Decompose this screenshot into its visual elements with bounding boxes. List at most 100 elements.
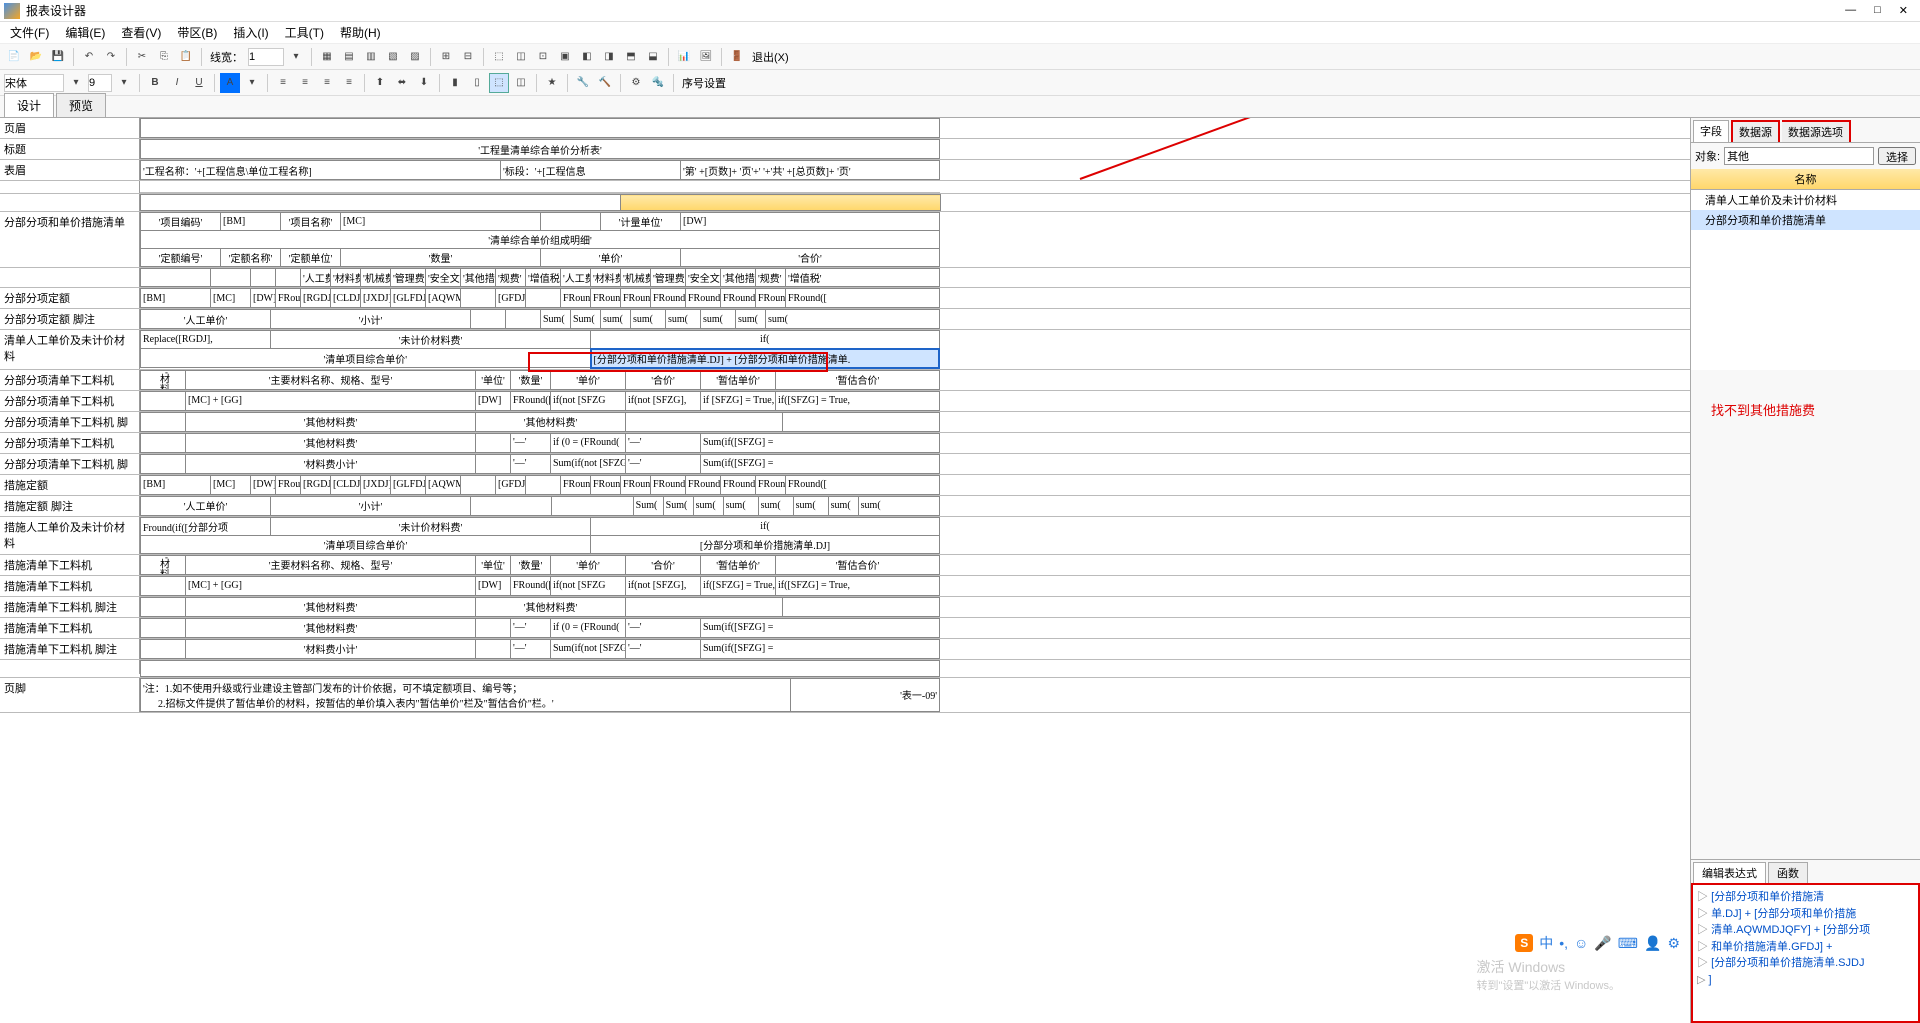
grid2-icon[interactable]: ▤ bbox=[339, 47, 359, 67]
seq-label[interactable]: 序号设置 bbox=[679, 75, 729, 91]
sogou-icon: S bbox=[1515, 934, 1533, 952]
merge-icon[interactable]: ⊞ bbox=[436, 47, 456, 67]
menu-insert[interactable]: 插入(I) bbox=[227, 22, 274, 43]
new-icon[interactable]: 📄 bbox=[4, 47, 24, 67]
b8-icon[interactable]: ⬓ bbox=[643, 47, 663, 67]
rtab-datasource[interactable]: 数据源 bbox=[1731, 120, 1780, 142]
linewidth-input[interactable] bbox=[248, 48, 284, 66]
menu-file[interactable]: 文件(F) bbox=[4, 22, 55, 43]
t2-icon[interactable]: 🔨 bbox=[595, 73, 615, 93]
menu-edit[interactable]: 编辑(E) bbox=[59, 22, 111, 43]
va-top-icon[interactable]: ⬆ bbox=[370, 73, 390, 93]
design-surface[interactable]: 页眉 标题 '工程量清单综合单价分析表' 表眉 '工程名称：'+[工程信息\单位… bbox=[0, 118, 1690, 1023]
exit-icon[interactable]: 🚪 bbox=[727, 47, 747, 67]
expr-tab-edit[interactable]: 编辑表达式 bbox=[1693, 862, 1766, 883]
b2-icon[interactable]: ◫ bbox=[511, 47, 531, 67]
t1-icon[interactable]: 🔧 bbox=[573, 73, 593, 93]
fontsize-input[interactable] bbox=[88, 74, 112, 92]
b7-icon[interactable]: ⬒ bbox=[621, 47, 641, 67]
paste-icon[interactable]: 📋 bbox=[176, 47, 196, 67]
open-icon[interactable]: 📂 bbox=[26, 47, 46, 67]
t3-icon[interactable]: ⚙ bbox=[626, 73, 646, 93]
select-button[interactable]: 选择 bbox=[1878, 147, 1916, 165]
expr-tab-func[interactable]: 函数 bbox=[1768, 862, 1808, 883]
b4-icon[interactable]: ▣ bbox=[555, 47, 575, 67]
cut-icon[interactable]: ✂ bbox=[132, 47, 152, 67]
al-left-icon[interactable]: ≡ bbox=[273, 73, 293, 93]
tab-preview[interactable]: 预览 bbox=[56, 93, 106, 117]
exit-label[interactable]: 退出(X) bbox=[749, 49, 792, 65]
linewidth-label: 线宽： bbox=[207, 49, 246, 65]
band-group1[interactable]: 分部分项和单价措施清单 bbox=[0, 212, 140, 267]
report-title[interactable]: '工程量清单综合单价分析表' bbox=[141, 140, 940, 159]
star-icon[interactable]: ★ bbox=[542, 73, 562, 93]
b3-icon[interactable]: ⊡ bbox=[533, 47, 553, 67]
va-bot-icon[interactable]: ⬇ bbox=[414, 73, 434, 93]
font-drop-icon[interactable]: ▾ bbox=[66, 73, 86, 93]
footer-page[interactable]: '表一-09' bbox=[791, 678, 940, 711]
grid1-icon[interactable]: ▦ bbox=[317, 47, 337, 67]
tab-design[interactable]: 设计 bbox=[4, 93, 54, 117]
menu-view[interactable]: 查看(V) bbox=[115, 22, 167, 43]
footer-note[interactable]: '注：1.如不使用升级或行业建设主管部门发布的计价依据，可不填定额项目、编号等；… bbox=[141, 678, 791, 711]
filter-input[interactable] bbox=[1724, 147, 1874, 165]
size-drop-icon[interactable]: ▾ bbox=[114, 73, 134, 93]
menu-tool[interactable]: 工具(T) bbox=[279, 22, 330, 43]
datasource-list[interactable]: 清单人工单价及未计价材料 分部分项和单价措施清单 bbox=[1691, 190, 1920, 370]
band-sub1[interactable]: 分部分项定额 bbox=[0, 288, 140, 308]
close-icon[interactable]: ✕ bbox=[1899, 4, 1908, 17]
band-sub1foot[interactable]: 分部分项定额 脚注 bbox=[0, 309, 140, 329]
band-footer[interactable]: 页脚 bbox=[0, 678, 140, 712]
minimize-icon[interactable]: — bbox=[1845, 4, 1856, 17]
al-center-icon[interactable]: ≡ bbox=[295, 73, 315, 93]
wrap1-icon[interactable]: ▮ bbox=[445, 73, 465, 93]
expression-editor[interactable]: [分部分项和单价措施清 单.DJ] + [分部分项和单价措施 清单.AQWMDJ… bbox=[1691, 883, 1920, 1023]
t4-icon[interactable]: 🔩 bbox=[648, 73, 668, 93]
grid3-icon[interactable]: ▥ bbox=[361, 47, 381, 67]
menu-band[interactable]: 带区(B) bbox=[171, 22, 223, 43]
b6-icon[interactable]: ◨ bbox=[599, 47, 619, 67]
save-icon[interactable]: 💾 bbox=[48, 47, 68, 67]
ime-mic-icon: 🎤 bbox=[1594, 935, 1611, 952]
al-right-icon[interactable]: ≡ bbox=[317, 73, 337, 93]
band-title[interactable]: 标题 bbox=[0, 139, 140, 159]
ds-item-0[interactable]: 清单人工单价及未计价材料 bbox=[1691, 190, 1920, 210]
rtab-dsopt[interactable]: 数据源选项 bbox=[1782, 120, 1851, 142]
band-tableheader[interactable]: 表眉 bbox=[0, 160, 140, 180]
split-icon[interactable]: ⊟ bbox=[458, 47, 478, 67]
color-drop-icon[interactable]: ▾ bbox=[242, 73, 262, 93]
font-select[interactable] bbox=[4, 74, 64, 92]
grid5-icon[interactable]: ▨ bbox=[405, 47, 425, 67]
fontcolor-icon[interactable]: A bbox=[220, 73, 240, 93]
wrap2-icon[interactable]: ▯ bbox=[467, 73, 487, 93]
ds-item-1[interactable]: 分部分项和单价措施清单 bbox=[1691, 210, 1920, 230]
undo-icon[interactable]: ↶ bbox=[79, 47, 99, 67]
cell-biaoduan[interactable]: '标段：'+[工程信息 bbox=[501, 161, 681, 180]
name-header: 名称 bbox=[1691, 169, 1920, 190]
al-just-icon[interactable]: ≡ bbox=[339, 73, 359, 93]
grid4-icon[interactable]: ▧ bbox=[383, 47, 403, 67]
cell-page[interactable]: '第' +[页数]+ '页'+' '+'共' +[总页数]+ '页' bbox=[681, 161, 940, 180]
underline-icon[interactable]: U bbox=[189, 73, 209, 93]
ime-user-icon: 👤 bbox=[1644, 935, 1661, 952]
wrap3-icon[interactable]: ⬚ bbox=[489, 73, 509, 93]
app-icon bbox=[4, 3, 20, 19]
rtab-fields[interactable]: 字段 bbox=[1693, 120, 1729, 142]
italic-icon[interactable]: I bbox=[167, 73, 187, 93]
va-mid-icon[interactable]: ⬌ bbox=[392, 73, 412, 93]
dropdown-icon[interactable]: ▾ bbox=[286, 47, 306, 67]
cell-projname[interactable]: '工程名称：'+[工程信息\单位工程名称] bbox=[141, 161, 501, 180]
copy-icon[interactable]: ⎘ bbox=[154, 47, 174, 67]
maximize-icon[interactable]: □ bbox=[1874, 4, 1881, 17]
redo-icon[interactable]: ↷ bbox=[101, 47, 121, 67]
img-icon[interactable]: 🖼 bbox=[696, 47, 716, 67]
band-sub2[interactable]: 清单人工单价及未计价材料 bbox=[0, 330, 140, 369]
chart-icon[interactable]: 📊 bbox=[674, 47, 694, 67]
b1-icon[interactable]: ⬚ bbox=[489, 47, 509, 67]
band-header[interactable]: 页眉 bbox=[0, 118, 140, 138]
menu-help[interactable]: 帮助(H) bbox=[334, 22, 387, 43]
b5-icon[interactable]: ◧ bbox=[577, 47, 597, 67]
bold-icon[interactable]: B bbox=[145, 73, 165, 93]
selected-cell[interactable]: [分部分项和单价措施清单.DJ] + [分部分项和单价措施清单. bbox=[591, 349, 940, 368]
wrap4-icon[interactable]: ◫ bbox=[511, 73, 531, 93]
